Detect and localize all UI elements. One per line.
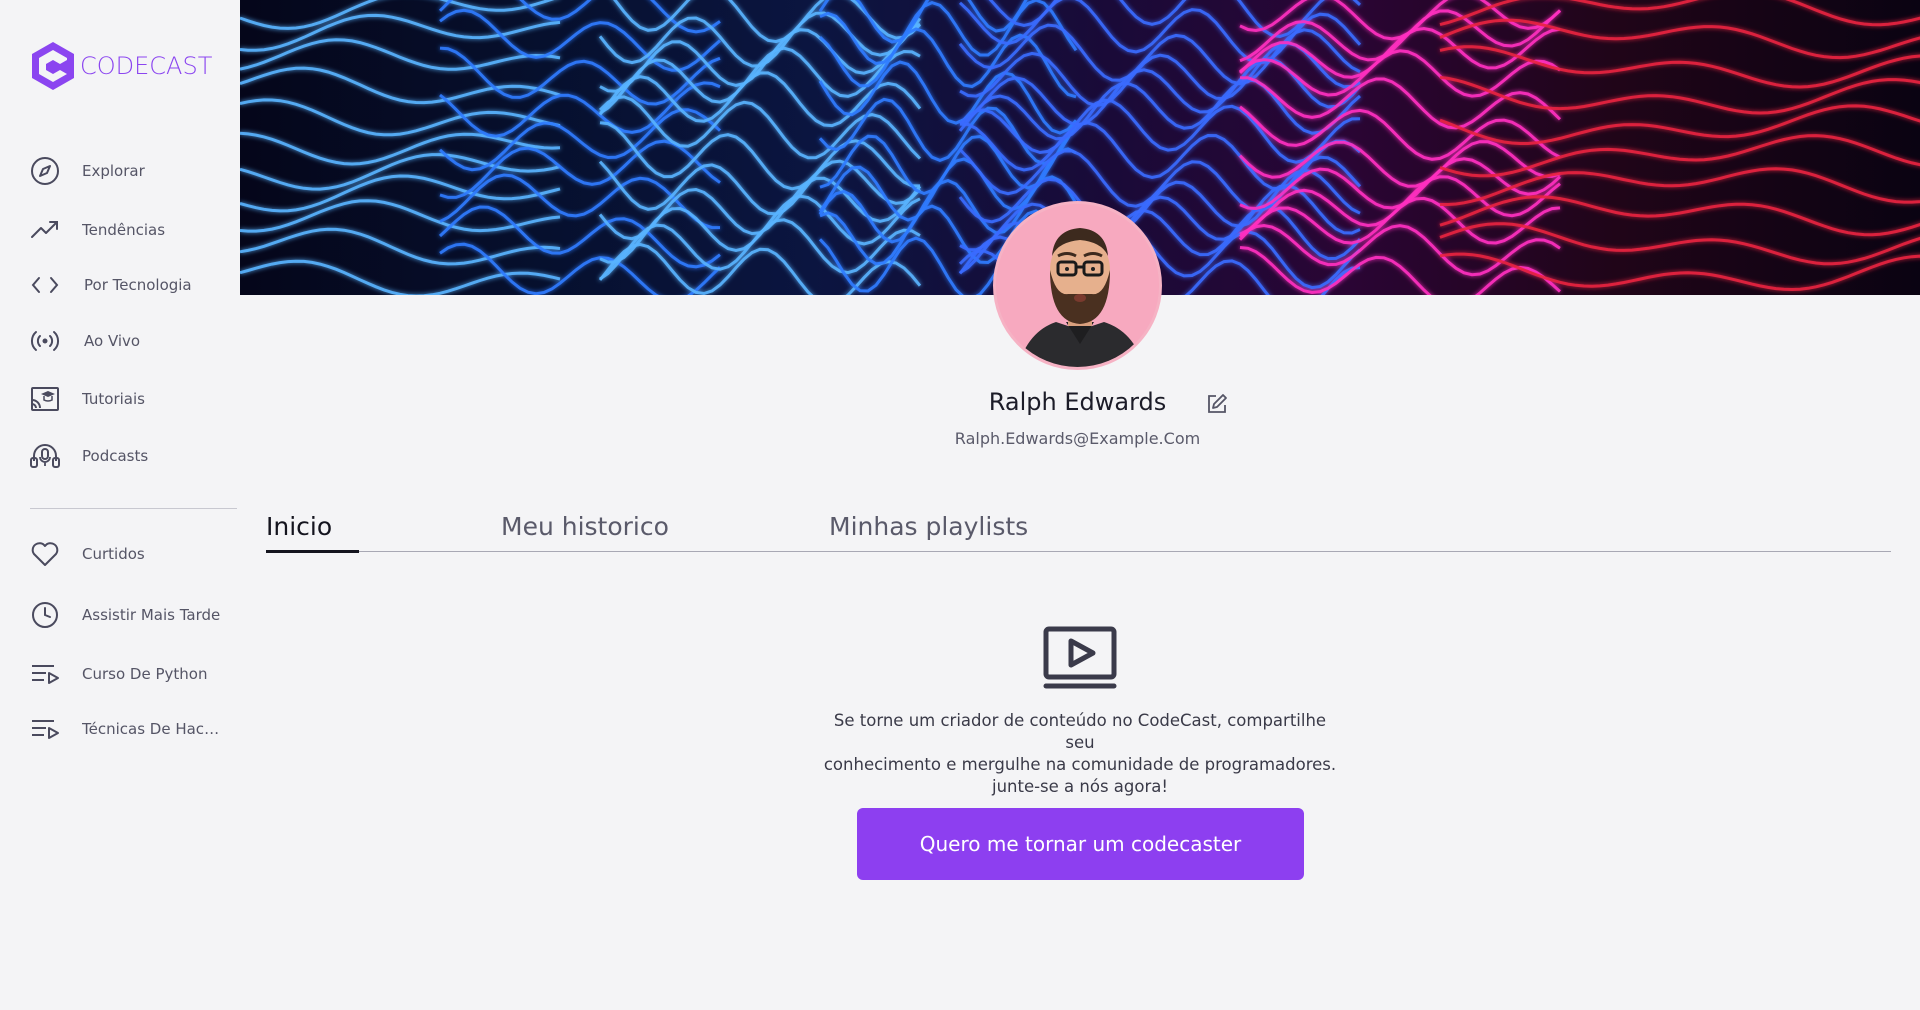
empty-state-line: Se torne um criador de conteúdo no CodeC…: [833, 711, 1327, 752]
sidebar-item-label: Podcasts: [82, 447, 149, 465]
clock-icon: [30, 600, 60, 630]
sidebar-item-ao-vivo[interactable]: Ao Vivo: [30, 323, 240, 359]
banner-light-streak: [1439, 252, 1920, 292]
sidebar-item-explorar[interactable]: Explorar: [30, 153, 240, 189]
banner-light-streak: [958, 78, 1361, 141]
banner-light-streak: [1439, 104, 1920, 145]
empty-state-message: Se torne um criador de conteúdo no CodeC…: [820, 710, 1340, 798]
sidebar-item-label: Por Tecnologia: [84, 276, 192, 294]
banner-light-streak: [598, 159, 922, 216]
tab-minhas-playlists[interactable]: Minhas playlists: [829, 512, 1028, 541]
sidebar-item-label: Curso De Python: [82, 665, 208, 683]
tab-label: Meu historico: [501, 512, 669, 541]
empty-state-line: junte-se a nós agora!: [991, 777, 1168, 796]
edit-icon: [1208, 394, 1227, 413]
empty-state-line: conhecimento e mergulhe na comunidade de…: [823, 755, 1337, 774]
brand-logo[interactable]: CODECAST: [30, 38, 212, 94]
active-tab-indicator: [266, 550, 359, 553]
heart-icon: [30, 539, 60, 569]
sidebar-item-label: Técnicas De Hackin...: [82, 720, 222, 738]
banner-light-streak: [1439, 18, 1920, 60]
edit-profile-button[interactable]: [1205, 392, 1229, 416]
playlist-icon: [30, 714, 60, 744]
banner-light-streak: [959, 41, 1361, 108]
banner-light-streak: [439, 173, 720, 230]
avatar[interactable]: [993, 201, 1162, 370]
profile-name: Ralph Edwards: [988, 388, 1167, 416]
video-play-icon: [1043, 626, 1117, 690]
banner-light-streak: [240, 0, 555, 30]
sidebar-item-tecnicas-de-hacking[interactable]: Técnicas De Hackin...: [30, 711, 240, 747]
sidebar-item-label: Explorar: [82, 162, 145, 180]
trending-up-icon: [30, 215, 60, 245]
codecast-logo-icon: [32, 42, 74, 90]
banner-light-streak: [240, 131, 561, 166]
tab-label: Minhas playlists: [829, 512, 1029, 541]
headphones-icon: [30, 441, 60, 471]
banner-light-streak: [438, 108, 722, 172]
code-icon: [30, 270, 60, 300]
banner-light-streak: [240, 199, 561, 233]
banner-light-streak: [439, 242, 722, 295]
tutorials-icon: [30, 384, 60, 414]
banner-light-streak: [1439, 222, 1920, 266]
banner-light-streak: [818, 27, 1077, 99]
sidebar-item-label: Tutoriais: [82, 390, 145, 408]
banner-light-streak: [439, 46, 721, 106]
tab-inicio[interactable]: Inicio: [266, 512, 332, 541]
banner-light-streak: [1239, 49, 1561, 98]
broadcast-icon: [30, 326, 60, 356]
avatar-image: [996, 204, 1159, 367]
sidebar-item-label: Curtidos: [82, 545, 145, 563]
tab-meu-historico[interactable]: Meu historico: [501, 512, 669, 541]
tab-label: Inicio: [266, 512, 333, 541]
banner-light-streak: [1439, 45, 1920, 89]
sidebar-item-label: Tendências: [82, 221, 166, 239]
sidebar: CODECAST Explorar Tendências Por Tecnolo…: [0, 0, 240, 1010]
playlist-icon: [30, 659, 60, 689]
profile-email: Ralph.Edwards@Example.Com: [954, 429, 1201, 448]
sidebar-item-podcasts[interactable]: Podcasts: [30, 438, 240, 474]
sidebar-item-assistir-mais-tarde[interactable]: Assistir Mais Tarde: [30, 597, 240, 633]
sidebar-item-tutoriais[interactable]: Tutoriais: [30, 381, 240, 417]
sidebar-item-curso-de-python[interactable]: Curso De Python: [30, 656, 240, 692]
banner-light-streak: [240, 227, 561, 266]
sidebar-item-curtidos[interactable]: Curtidos: [30, 536, 240, 572]
app-root: CODECAST Explorar Tendências Por Tecnolo…: [0, 0, 1920, 1010]
sidebar-item-tendencias[interactable]: Tendências: [30, 212, 240, 248]
profile-tabs: Inicio Meu historico Minhas playlists: [266, 508, 1891, 553]
compass-icon: [30, 156, 60, 186]
banner-light-streak: [240, 153, 561, 191]
become-codecaster-button[interactable]: Quero me tornar um codecaster: [857, 808, 1304, 880]
sidebar-item-label: Assistir Mais Tarde: [82, 606, 221, 624]
sidebar-item-label: Ao Vivo: [84, 332, 141, 350]
banner-light-streak: [240, 259, 561, 295]
banner-light-streak: [1239, 76, 1562, 130]
sidebar-item-por-tecnologia[interactable]: Por Tecnologia: [30, 267, 240, 303]
brand-name: CODECAST: [80, 52, 213, 80]
sidebar-divider: [30, 508, 237, 509]
